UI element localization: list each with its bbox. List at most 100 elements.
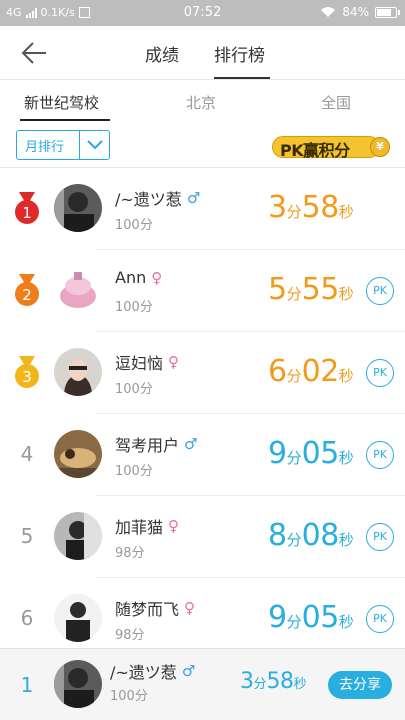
time-seconds: 05 xyxy=(301,436,340,471)
rank-number: 4 xyxy=(20,442,34,466)
time-minutes: 3 xyxy=(268,190,287,225)
time-seconds: 02 xyxy=(301,354,340,389)
time-minutes-unit: 分 xyxy=(286,367,302,385)
top-header: 成绩 排行榜 xyxy=(0,26,405,80)
user-score: 98分 xyxy=(115,546,145,561)
male-icon: ♂ xyxy=(186,189,201,207)
time-value: 3分58秒 xyxy=(268,190,354,225)
user-name-text: 逗妇恼 xyxy=(115,354,164,373)
time-minutes-unit: 分 xyxy=(286,285,302,303)
female-icon: ♀ xyxy=(168,517,180,535)
user-name-text: Ann xyxy=(115,268,147,287)
time-minutes-unit: 分 xyxy=(286,203,302,221)
time-value: 8分08秒 xyxy=(268,518,354,553)
male-icon: ♂ xyxy=(184,435,198,453)
list-item[interactable]: 2 Ann ♀ 100分 5分55秒 PK xyxy=(0,250,405,332)
subtab-indicator xyxy=(20,119,110,121)
time-minutes: 9 xyxy=(268,600,287,635)
pk-button[interactable]: PK xyxy=(366,605,394,633)
period-dropdown-label: 月排行 xyxy=(25,139,65,155)
time-minutes: 8 xyxy=(268,518,287,553)
medal-rank-text: 3 xyxy=(22,368,32,386)
my-time-value: 3分58秒 xyxy=(240,669,307,694)
my-user-score: 100分 xyxy=(110,689,148,704)
user-name-text: 随梦而飞 xyxy=(115,600,180,619)
time-value: 9分05秒 xyxy=(268,600,354,635)
scope-tabs: 新世纪驾校 北京 全国 xyxy=(0,80,405,122)
time-seconds-unit: 秒 xyxy=(338,203,354,221)
tab-score[interactable]: 成绩 xyxy=(145,41,179,66)
active-tab-indicator xyxy=(214,77,270,79)
medal-rank-text: 2 xyxy=(22,286,32,304)
time-value: 6分02秒 xyxy=(268,354,354,389)
my-avatar xyxy=(54,660,102,708)
medal-rank-text: 1 xyxy=(22,204,32,222)
avatar xyxy=(54,594,102,642)
time-seconds-unit: 秒 xyxy=(338,449,354,467)
user-name: /~遗ツ惹 ♂ xyxy=(115,186,200,210)
rank-2-medal-icon: 2 xyxy=(15,274,39,306)
time-seconds-unit: 秒 xyxy=(338,531,354,549)
user-name-text: 驾考用户 xyxy=(115,436,180,455)
user-name: 加菲猫 ♀ xyxy=(115,514,179,538)
pk-button[interactable]: PK xyxy=(366,523,394,551)
pk-badge-text: PK赢积分 xyxy=(280,141,350,160)
user-score: 98分 xyxy=(115,628,145,643)
time-minutes-unit: 分 xyxy=(286,531,302,549)
tab-leaderboard[interactable]: 排行榜 xyxy=(214,41,265,66)
female-icon: ♀ xyxy=(168,353,180,371)
rank-number: 6 xyxy=(20,606,34,630)
male-icon: ♂ xyxy=(181,662,196,680)
time-value: 5分55秒 xyxy=(268,272,354,307)
status-right: 84% xyxy=(320,5,400,19)
rank-number: 5 xyxy=(20,524,34,548)
subtab-beijing[interactable]: 北京 xyxy=(186,92,216,113)
battery-percent: 84% xyxy=(342,5,369,19)
list-item[interactable]: 1 /~遗ツ惹 ♂ 100分 3分58秒 xyxy=(0,168,405,250)
list-item[interactable]: 4 驾考用户 ♂ 100分 9分05秒 PK xyxy=(0,414,405,496)
user-name: 驾考用户 ♂ xyxy=(115,432,197,456)
time-seconds: 08 xyxy=(301,518,340,553)
female-icon: ♀ xyxy=(184,599,196,617)
my-rank-number: 1 xyxy=(20,673,34,697)
user-score: 100分 xyxy=(115,300,153,315)
pk-win-points-button[interactable]: PK赢积分 ¥ xyxy=(272,134,390,160)
status-bar: 4G 0.1K/s 07:52 84% xyxy=(0,0,405,26)
time-seconds-unit: 秒 xyxy=(338,285,354,303)
time-seconds: 58 xyxy=(266,669,295,694)
user-name: Ann ♀ xyxy=(115,268,162,287)
time-minutes-unit: 分 xyxy=(253,677,267,692)
female-icon: ♀ xyxy=(151,268,163,287)
user-score: 100分 xyxy=(115,464,153,479)
subtab-school[interactable]: 新世纪驾校 xyxy=(24,92,99,113)
subtab-national[interactable]: 全国 xyxy=(321,92,351,113)
time-seconds: 05 xyxy=(301,600,340,635)
user-name-text: 加菲猫 xyxy=(115,518,164,537)
wifi-icon xyxy=(321,7,336,17)
share-button[interactable]: 去分享 xyxy=(328,671,392,699)
user-name: 随梦而飞 ♀ xyxy=(115,596,195,620)
my-user-name: /~遗ツ惹 ♂ xyxy=(110,659,195,683)
list-item[interactable]: 5 加菲猫 ♀ 98分 8分08秒 PK xyxy=(0,496,405,578)
list-item[interactable]: 3 逗妇恼 ♀ 100分 6分02秒 PK xyxy=(0,332,405,414)
avatar xyxy=(54,184,102,232)
time-minutes: 3 xyxy=(240,669,254,694)
time-minutes: 9 xyxy=(268,436,287,471)
battery-icon xyxy=(375,6,400,18)
back-arrow-icon[interactable] xyxy=(20,40,48,66)
pk-button[interactable]: PK xyxy=(366,359,394,387)
time-value: 9分05秒 xyxy=(268,436,354,471)
rank-1-medal-icon: 1 xyxy=(15,192,39,224)
time-seconds-unit: 秒 xyxy=(293,677,307,692)
my-rank-bar: 1 /~遗ツ惹 ♂ 100分 3分58秒 去分享 xyxy=(0,648,405,720)
avatar xyxy=(54,512,102,560)
time-seconds-unit: 秒 xyxy=(338,367,354,385)
user-name: 逗妇恼 ♀ xyxy=(115,350,179,374)
pk-button[interactable]: PK xyxy=(366,277,394,305)
time-minutes-unit: 分 xyxy=(286,449,302,467)
coin-icon: ¥ xyxy=(370,137,390,157)
user-score: 100分 xyxy=(115,218,153,233)
period-dropdown[interactable]: 月排行 xyxy=(16,130,110,160)
time-seconds: 58 xyxy=(301,190,340,225)
pk-button[interactable]: PK xyxy=(366,441,394,469)
